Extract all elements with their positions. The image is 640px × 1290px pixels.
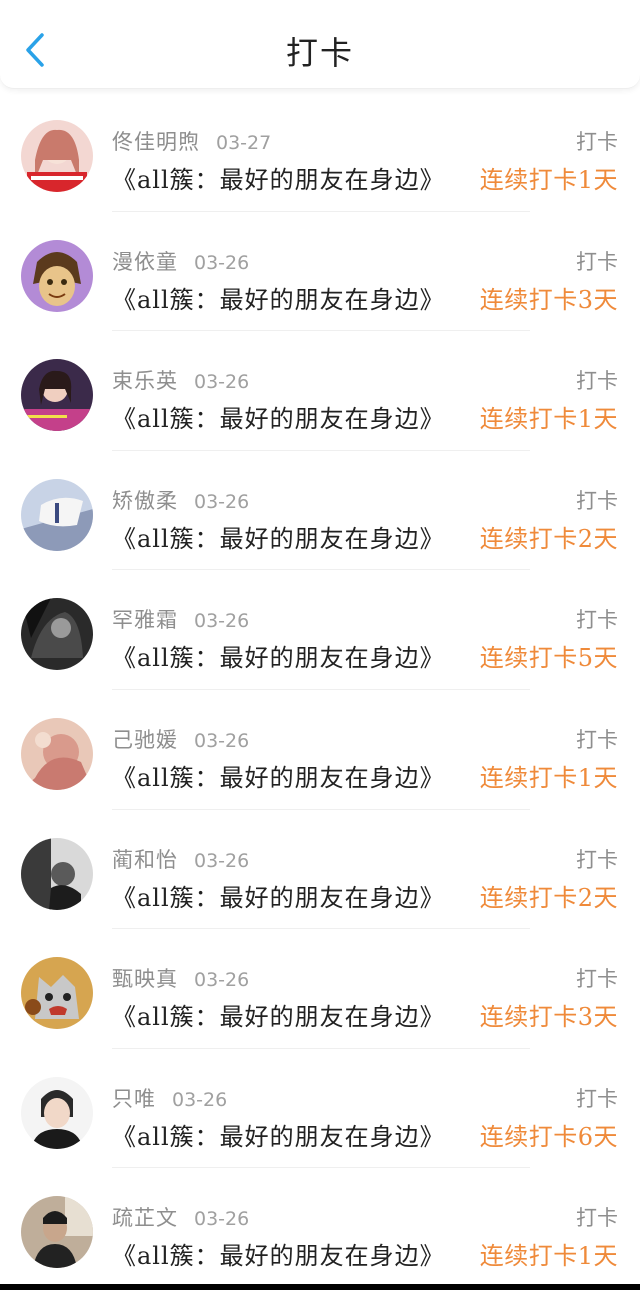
avatar[interactable] (21, 717, 93, 790)
checkin-row[interactable]: 己驰媛 03-26 打卡《all簇：最好的朋友在身边》 连续打卡1天 (0, 690, 640, 810)
streak-label: 连续打卡5天 (479, 644, 618, 673)
checkin-row[interactable]: 漫依童 03-26 打卡《all簇：最好的朋友在身边》 连续打卡3天 (0, 212, 640, 332)
checkin-date: 03-27 (216, 132, 272, 154)
checkin-row[interactable]: 罕雅霜 03-26 打卡《all簇：最好的朋友在身边》 连续打卡5天 (0, 570, 640, 690)
checkin-row[interactable]: 佟佳明煦 03-27 打卡《all簇：最好的朋友在身边》 连续打卡1天 (0, 92, 640, 212)
book-title[interactable]: 《all簇：最好的朋友在身边》 (112, 758, 445, 793)
action-label: 打卡 (576, 1086, 618, 1111)
avatar[interactable] (21, 120, 93, 192)
book-title[interactable]: 《all簇：最好的朋友在身边》 (112, 1236, 445, 1271)
checkin-row[interactable]: 甄映真 03-26 打卡《all簇：最好的朋友在身边》 连续打卡3天 (0, 929, 640, 1049)
user-name-text: 佟佳明煦 (112, 130, 200, 154)
checkin-date: 03-26 (194, 1208, 250, 1231)
avatar[interactable] (21, 478, 93, 551)
user-name[interactable]: 己驰媛 03-26 (112, 724, 249, 754)
action-label: 打卡 (576, 608, 618, 633)
avatar[interactable] (21, 359, 93, 432)
checkin-row[interactable]: 矫傲柔 03-26 打卡《all簇：最好的朋友在身边》 连续打卡2天 (0, 451, 640, 571)
checkin-date: 03-26 (194, 969, 250, 992)
book-title[interactable]: 《all簇：最好的朋友在身边》 (112, 878, 445, 913)
checkin-date: 03-26 (172, 1088, 228, 1111)
action-label: 打卡 (576, 369, 618, 394)
streak-label: 连续打卡1天 (479, 1242, 618, 1271)
user-name-text: 疏芷文 (112, 1206, 178, 1231)
action-label: 打卡 (576, 249, 618, 274)
checkin-row[interactable]: 蔺和怡 03-26 打卡《all簇：最好的朋友在身边》 连续打卡2天 (0, 810, 640, 930)
streak-label: 连续打卡1天 (479, 763, 618, 792)
checkin-date: 03-26 (194, 729, 250, 752)
streak-label: 连续打卡1天 (479, 405, 618, 434)
user-name-text: 漫依童 (112, 249, 178, 274)
action-label: 打卡 (576, 727, 618, 752)
checkin-date: 03-26 (194, 251, 250, 274)
book-title[interactable]: 《all簇：最好的朋友在身边》 (112, 638, 445, 673)
checkin-date: 03-26 (194, 371, 250, 394)
user-name[interactable]: 佟佳明煦 03-27 (112, 126, 271, 156)
avatar[interactable] (21, 598, 93, 671)
action-label: 打卡 (576, 1206, 618, 1231)
streak-label: 连续打卡3天 (479, 1003, 618, 1032)
user-name-text: 甄映真 (112, 967, 178, 992)
avatar[interactable] (21, 957, 93, 1030)
action-label: 打卡 (576, 967, 618, 992)
checkin-date: 03-26 (194, 849, 250, 872)
avatar[interactable] (21, 1196, 93, 1269)
streak-label: 连续打卡3天 (479, 285, 618, 314)
book-title[interactable]: 《all簇：最好的朋友在身边》 (112, 1117, 445, 1152)
user-name[interactable]: 甄映真 03-26 (112, 963, 249, 993)
avatar[interactable] (21, 837, 93, 910)
checkin-row[interactable]: 束乐英 03-26 打卡《all簇：最好的朋友在身边》 连续打卡1天 (0, 331, 640, 451)
book-title[interactable]: 《all簇：最好的朋友在身边》 (112, 280, 445, 315)
streak-label: 连续打卡6天 (479, 1122, 618, 1151)
user-name-text: 蔺和怡 (112, 847, 178, 872)
user-name-text: 矫傲柔 (112, 488, 178, 513)
action-label: 打卡 (576, 847, 618, 872)
user-name[interactable]: 疏芷文 03-26 (112, 1202, 249, 1232)
checkin-list: 佟佳明煦 03-27 打卡 《all簇：最好的朋友在身边》 连续打卡1天 漫依童 03-26… (0, 92, 640, 1288)
book-title[interactable]: 《all簇：最好的朋友在身边》 (112, 160, 445, 195)
user-name-text: 罕雅霜 (112, 608, 178, 633)
header: 打卡 (0, 0, 640, 89)
streak-label: 连续打卡2天 (479, 883, 618, 912)
checkin-row[interactable]: 疏芷文 03-26 打卡《all簇：最好的朋友在身边》 连续打卡1天 (0, 1168, 640, 1288)
streak-label: 连续打卡1天 (479, 166, 618, 194)
action-label: 打卡 (576, 488, 618, 513)
avatar[interactable] (21, 239, 93, 312)
user-name[interactable]: 只唯 03-26 (112, 1083, 227, 1113)
checkin-date: 03-26 (194, 610, 250, 633)
page-title: 打卡 (285, 34, 354, 72)
avatar[interactable] (21, 1076, 93, 1149)
user-name[interactable]: 矫傲柔 03-26 (112, 485, 249, 515)
system-bottom-bar (0, 1284, 640, 1290)
checkin-date: 03-26 (194, 490, 250, 513)
user-name-text: 束乐英 (112, 369, 178, 394)
checkin-row[interactable]: 只唯 03-26 打卡《all簇：最好的朋友在身边》 连续打卡6天 (0, 1049, 640, 1169)
user-name-text: 己驰媛 (112, 727, 178, 752)
book-title[interactable]: 《all簇：最好的朋友在身边》 (112, 399, 445, 434)
book-title[interactable]: 《all簇：最好的朋友在身边》 (112, 519, 445, 554)
streak-label: 连续打卡2天 (479, 524, 618, 553)
action-label: 打卡 (576, 130, 618, 154)
user-name[interactable]: 罕雅霜 03-26 (112, 604, 249, 634)
user-name-text: 只唯 (112, 1086, 156, 1111)
user-name[interactable]: 束乐英 03-26 (112, 365, 249, 395)
book-title[interactable]: 《all簇：最好的朋友在身边》 (112, 997, 445, 1032)
user-name[interactable]: 蔺和怡 03-26 (112, 844, 249, 874)
user-name[interactable]: 漫依童 03-26 (112, 246, 249, 276)
